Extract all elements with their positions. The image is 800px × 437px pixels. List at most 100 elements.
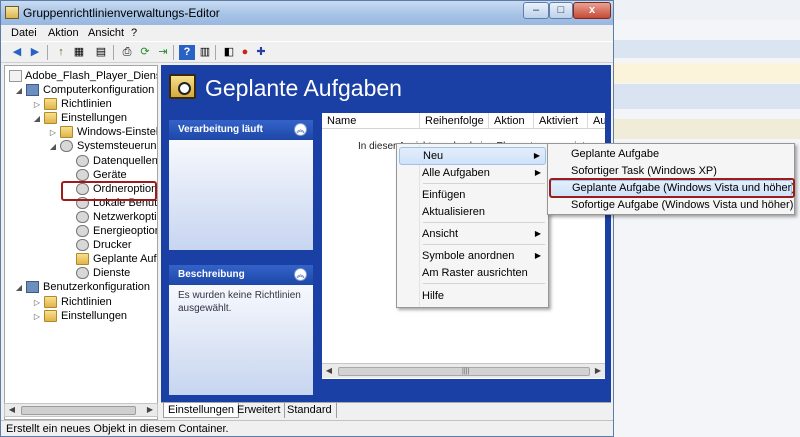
back-icon[interactable]: ◀ (9, 45, 25, 60)
title-bar[interactable]: Gruppenrichtlinienverwaltungs-Editor – □… (1, 1, 613, 25)
scroll-right-arrow[interactable]: ▶ (143, 404, 157, 416)
properties-icon[interactable]: ▤ (93, 45, 109, 60)
expand-toggle-icon[interactable]: ◢ (49, 142, 57, 151)
view-tabs: Einstellungen Erweitert Standard (161, 402, 611, 418)
new-task-icon[interactable]: ◧ (221, 45, 237, 60)
submenu-item-sofortige-aufgabe-vista[interactable]: Sofortige Aufgabe (Windows Vista und höh… (550, 197, 793, 214)
scroll-left-arrow[interactable]: ◀ (5, 404, 19, 416)
expand-toggle-icon[interactable] (65, 171, 73, 180)
toolbar-separator (215, 45, 216, 60)
expand-toggle-icon[interactable] (65, 269, 73, 278)
menu-item-ansicht[interactable]: Ansicht ▶ (399, 225, 546, 243)
menu-aktion[interactable]: Aktion (48, 27, 79, 39)
refresh-icon[interactable]: ⟳ (137, 45, 153, 60)
forward-icon[interactable]: ▶ (27, 45, 43, 60)
column-header-order[interactable]: Reihenfolge (420, 113, 489, 129)
column-header-more[interactable]: Au (588, 113, 605, 129)
submenu-arrow-icon: ▶ (533, 151, 540, 160)
details-view-icon[interactable]: ▥ (197, 45, 213, 60)
tree-item-label: Richtlinien (61, 98, 112, 111)
minimize-button[interactable]: – (523, 2, 549, 19)
window-title: Gruppenrichtlinienverwaltungs-Editor (23, 6, 220, 20)
menu-item-am-raster-ausrichten[interactable]: Am Raster ausrichten (399, 264, 546, 282)
folder-icon (76, 253, 89, 266)
tree-item-label: Systemsteuerungseinstellungen (77, 140, 157, 153)
submenu-item-geplante-aufgabe[interactable]: Geplante Aufgabe (550, 146, 792, 163)
tree-item-label: Dienste (93, 267, 131, 280)
menu-item-label: Alle Aufgaben (422, 167, 490, 179)
tree-item-label: Energieoptionen (93, 225, 157, 237)
folder-icon (44, 309, 57, 322)
description-panel-header[interactable]: Beschreibung ︽ (169, 265, 313, 285)
show-tree-icon[interactable]: ▦ (71, 45, 87, 60)
up-folder-icon[interactable]: ↑ (53, 45, 69, 60)
menu-item-alle-aufgaben[interactable]: Alle Aufgaben ▶ (399, 164, 546, 182)
tree-item-label: Benutzerkonfiguration (43, 281, 151, 294)
scroll-grip-icon: |||| (462, 368, 470, 375)
expand-toggle-icon[interactable]: ▷ (49, 128, 57, 137)
processing-panel-header[interactable]: Verarbeitung läuft ︽ (169, 120, 313, 140)
column-header-enabled[interactable]: Aktiviert (534, 113, 588, 129)
submenu-highlight-box (549, 178, 795, 198)
menu-item-neu[interactable]: Neu ▶ (399, 147, 546, 165)
tree-item-label: Drucker (93, 239, 132, 252)
scroll-left-arrow[interactable]: ◀ (322, 365, 336, 377)
tree-item-label: Einstellungen (61, 112, 128, 125)
settings-icon (76, 225, 89, 237)
menu-item-einfuegen[interactable]: Einfügen (399, 186, 546, 204)
expand-toggle-icon[interactable] (65, 241, 73, 250)
settings-icon (76, 239, 89, 252)
expand-toggle-icon[interactable]: ◢ (15, 283, 23, 292)
menu-item-symbole-anordnen[interactable]: Symbole anordnen ▶ (399, 247, 546, 265)
column-header-action[interactable]: Aktion (489, 113, 534, 129)
folder-icon (44, 112, 57, 125)
folder-icon (44, 98, 57, 111)
help-icon[interactable]: ? (179, 45, 195, 60)
expand-toggle-icon[interactable]: ▷ (33, 100, 41, 109)
menu-datei[interactable]: Datei (11, 27, 37, 39)
collapse-icon[interactable]: ︽ (294, 268, 307, 281)
maximize-button[interactable]: □ (549, 2, 573, 19)
content-title: Geplante Aufgaben (205, 75, 402, 101)
status-text: Erstellt ein neues Objekt in diesem Cont… (6, 423, 229, 435)
menu-separator (423, 222, 545, 223)
close-button[interactable]: x (573, 2, 611, 19)
settings-icon (76, 154, 89, 167)
expand-toggle-icon[interactable] (65, 255, 73, 264)
expand-toggle-icon[interactable]: ◢ (15, 86, 23, 95)
export-list-icon[interactable]: ⇥ (155, 45, 171, 60)
print-icon[interactable]: ⎙ (119, 45, 135, 60)
settings-icon (76, 210, 89, 223)
scroll-right-arrow[interactable]: ▶ (591, 365, 605, 377)
list-horizontal-scrollbar[interactable]: ◀ |||| ▶ (322, 363, 605, 378)
expand-toggle-icon[interactable] (65, 227, 73, 236)
tab-standard[interactable]: Standard (283, 403, 337, 418)
scheduled-tasks-icon (169, 74, 196, 99)
add-icon[interactable]: ✚ (253, 45, 269, 60)
expand-toggle-icon[interactable] (65, 213, 73, 222)
tree-item-label: Richtlinien (61, 295, 112, 308)
console-tree[interactable]: Adobe_Flash_Player_Dienst_Geplante ◢Comp… (4, 65, 158, 420)
tab-einstellungen[interactable]: Einstellungen (163, 403, 240, 418)
menu-item-aktualisieren[interactable]: Aktualisieren (399, 203, 546, 221)
collapse-icon[interactable]: ︽ (294, 123, 307, 136)
tab-erweitert[interactable]: Erweitert (233, 403, 286, 418)
folder-icon (60, 126, 73, 139)
menu-item-hilfe[interactable]: Hilfe (399, 287, 546, 305)
toolbar: ◀ ▶ ↑ ▦ ▤ ⎙ ⟳ ⇥ ? ▥ ◧ ● ✚ (1, 41, 613, 63)
stop-icon[interactable]: ● (237, 45, 253, 60)
settings-icon (76, 168, 89, 181)
menu-ansicht[interactable]: Ansicht (88, 27, 124, 39)
column-header-name[interactable]: Name (322, 113, 420, 129)
scroll-thumb[interactable] (21, 406, 136, 415)
expand-toggle-icon[interactable]: ▷ (33, 298, 41, 307)
computer-icon (26, 84, 39, 96)
menu-separator (423, 244, 545, 245)
expand-toggle-icon[interactable] (65, 157, 73, 166)
menu-item-label: Neu (423, 150, 444, 162)
menu-help[interactable]: ? (131, 27, 137, 39)
tree-horizontal-scrollbar[interactable]: ◀ ▶ (4, 403, 158, 417)
expand-toggle-icon[interactable]: ▷ (33, 312, 41, 321)
expand-toggle-icon[interactable]: ◢ (33, 114, 41, 123)
description-panel-title: Beschreibung (178, 269, 245, 280)
